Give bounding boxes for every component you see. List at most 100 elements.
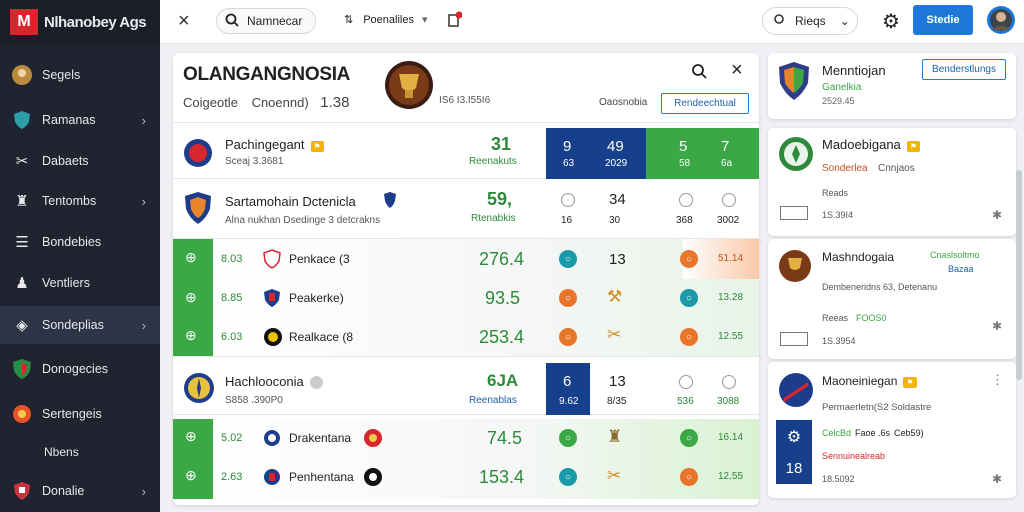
market-icon[interactable]: ○ — [559, 328, 577, 346]
logo-mark-icon: M — [10, 9, 38, 35]
sidebar-item-ramanas[interactable]: Ramanas › — [0, 101, 160, 139]
card-row2a: Reads — [822, 188, 849, 198]
bet-value: 74.5 — [487, 428, 523, 448]
notification-icon[interactable] — [448, 11, 462, 27]
sidebar-item-sondeplias[interactable]: ◈ Sondeplias › — [0, 306, 160, 344]
card-title: Mashndogaia — [822, 250, 895, 264]
sidebar-item-dabaets[interactable]: ✂ Dabaets — [0, 142, 160, 180]
team-row[interactable]: Hachlooconia S858 .390P0 6JA Reenablas 6… — [173, 363, 759, 415]
action-button[interactable]: Stedie — [913, 5, 973, 35]
odd-2: 34 — [609, 191, 626, 208]
sidebar-item-tentombs[interactable]: ♜ Tentombs › — [0, 182, 160, 220]
odd-2b: 8/35 — [607, 396, 627, 407]
slip-icon[interactable] — [780, 206, 808, 220]
bet-odd: 2.63 — [221, 471, 243, 483]
odd-2b: 30 — [609, 215, 621, 226]
ball-icon: ⊕ — [185, 327, 197, 343]
card-tag2: Bazaa — [948, 264, 974, 274]
sidebar-item-label: Tentombs — [42, 194, 97, 208]
card-sub: Ganelkia — [822, 82, 862, 93]
sidebar-item-ventliers[interactable]: ♟ Ventliers — [0, 264, 160, 302]
region-select[interactable]: Rieqs ⌄ — [762, 7, 858, 35]
card-row2a: CelcBd — [822, 428, 852, 438]
bet-row[interactable]: ⊕ 8.85 Peakerke) 93.5 ○ ⚒ ○ 13.28 — [173, 279, 759, 317]
sidebar-item-donogecies[interactable]: Donogecies — [0, 350, 160, 388]
app-window: M Nlhanobey Ags Segels Ramanas › ✂ Dabaets… — [0, 0, 1024, 512]
card-row2: CelcBd Faoe .6s Ceb59) — [822, 428, 924, 438]
side-card[interactable]: Menntiojan Ganelkia 2529.45 Benderstlung… — [768, 53, 1016, 119]
card-sub2: Cnnjaos — [878, 163, 915, 174]
score-sub: Reenakuts — [469, 156, 517, 167]
ball-icon: ⊕ — [185, 249, 197, 265]
avatar[interactable] — [986, 5, 1016, 35]
sidebar-item-sertengeis[interactable]: Sertengeis — [0, 395, 160, 433]
bet-row[interactable]: ⊕ 5.02 Drakentana 74.5 ○ ♜ ○ 16.14 — [173, 419, 759, 457]
team-row[interactable]: Sartamohain Dctenicla Alna nukhan Dsedin… — [173, 179, 759, 239]
side-card[interactable]: Madoebigana ⚑ Sonderlea Cnnjaos Reads 1S.… — [768, 128, 1016, 236]
radio-icon[interactable] — [561, 193, 575, 207]
pin-icon[interactable]: ✱ — [992, 319, 1002, 333]
market-icon[interactable]: ○ — [680, 250, 698, 268]
search-input[interactable]: Namnecar — [216, 8, 316, 34]
search-value: Namnecar — [247, 14, 303, 28]
card-tag: Cnaslsoltmo — [930, 250, 980, 260]
radio-icon[interactable] — [722, 193, 736, 207]
radio-icon[interactable] — [722, 375, 736, 389]
pin-icon[interactable]: ✱ — [992, 472, 1002, 486]
sidebar-item-segels[interactable]: Segels — [0, 56, 160, 94]
chevron-down-icon: ⌄ — [839, 14, 850, 28]
team-crest-icon — [263, 249, 281, 272]
shield-icon — [10, 108, 34, 132]
odd-1: 6 — [563, 373, 572, 390]
more-icon[interactable]: ⋮ — [991, 372, 1004, 388]
side-card[interactable]: Mashndogaia Cnaslsoltmo Bazaa Dembenerid… — [768, 239, 1016, 359]
card-button[interactable]: Benderstlungs — [922, 59, 1006, 80]
bet-team: Realkace (8 — [289, 330, 354, 344]
radio-icon[interactable] — [679, 193, 693, 207]
match-number: 18 — [785, 460, 803, 478]
match-tile[interactable]: ⚙ 18 — [776, 420, 812, 484]
team-row[interactable]: Pachingegant ⚑ Sceaj 3.3681 31 Reenakuts … — [173, 128, 759, 179]
sidebar-item-nbens[interactable]: Nbens — [0, 433, 160, 471]
location-icon — [773, 13, 785, 30]
bet-row[interactable]: ⊕ 2.63 Penhentana 153.4 ○ ✂ ○ 12.55 — [173, 457, 759, 497]
card-row2c: Ceb59) — [894, 428, 924, 438]
sidebar: M Nlhanobey Ags Segels Ramanas › ✂ Dabaets… — [0, 0, 160, 512]
sidebar-item-bondebies[interactable]: ☰ Bondebies — [0, 223, 160, 261]
search-icon[interactable] — [691, 63, 707, 84]
scrollbar[interactable] — [1016, 170, 1022, 380]
gear-icon[interactable]: ⚙ — [882, 9, 900, 34]
green-odds-block[interactable] — [646, 128, 759, 179]
market-icon[interactable]: ○ — [680, 468, 698, 486]
card-row2b: FOOS0 — [856, 313, 887, 323]
market-icon[interactable]: ○ — [559, 289, 577, 307]
card-sub: Permaerletn(S2 Soldastre — [822, 402, 932, 413]
bet-row[interactable]: ⊕ 6.03 Realkace (8 253.4 ○ ✂ ○ 12.55 — [173, 317, 759, 357]
market-icon[interactable]: ○ — [680, 429, 698, 447]
radio-icon[interactable] — [679, 375, 693, 389]
market-icon[interactable]: ○ — [559, 429, 577, 447]
app-logo[interactable]: M Nlhanobey Ags — [0, 0, 160, 44]
card-sub: Dembeneridns 63, Detenanu — [822, 282, 938, 292]
header-button[interactable]: Rendeechtual — [661, 93, 749, 114]
hammer-icon: ⚒ — [607, 287, 623, 306]
close-icon[interactable]: × — [178, 10, 190, 33]
side-card[interactable]: Maoneiniegan ⚑ ⋮ Permaerletn(S2 Soldastre… — [768, 362, 1016, 498]
sidebar-item-label: Nbens — [44, 445, 79, 459]
sidebar-item-label: Ramanas — [42, 113, 96, 127]
market-icon[interactable]: ○ — [680, 328, 698, 346]
sidebar-item-donalie[interactable]: Donalie › — [0, 472, 160, 510]
slip-icon[interactable] — [780, 332, 808, 346]
blue-odds-block[interactable] — [546, 128, 646, 179]
filter-dropdown[interactable]: ⇅ Poenaliles ▾ — [344, 13, 428, 27]
market-icon[interactable]: ○ — [559, 250, 577, 268]
close-icon[interactable]: × — [731, 59, 743, 82]
bet-row[interactable]: ⊕ 8.03 Penkace (3 276.4 ○ 13 ○ 51.14 — [173, 239, 759, 279]
pin-icon[interactable]: ✱ — [992, 208, 1002, 222]
subtitle-left: Coigeotle Cnoennd) 1.38 — [183, 94, 350, 111]
market-icon[interactable]: ○ — [680, 289, 698, 307]
odd-4b: 6a — [721, 158, 733, 169]
ball-icon: ⊕ — [185, 467, 197, 483]
market-icon[interactable]: ○ — [559, 468, 577, 486]
odd-1b: 9.62 — [559, 396, 579, 407]
